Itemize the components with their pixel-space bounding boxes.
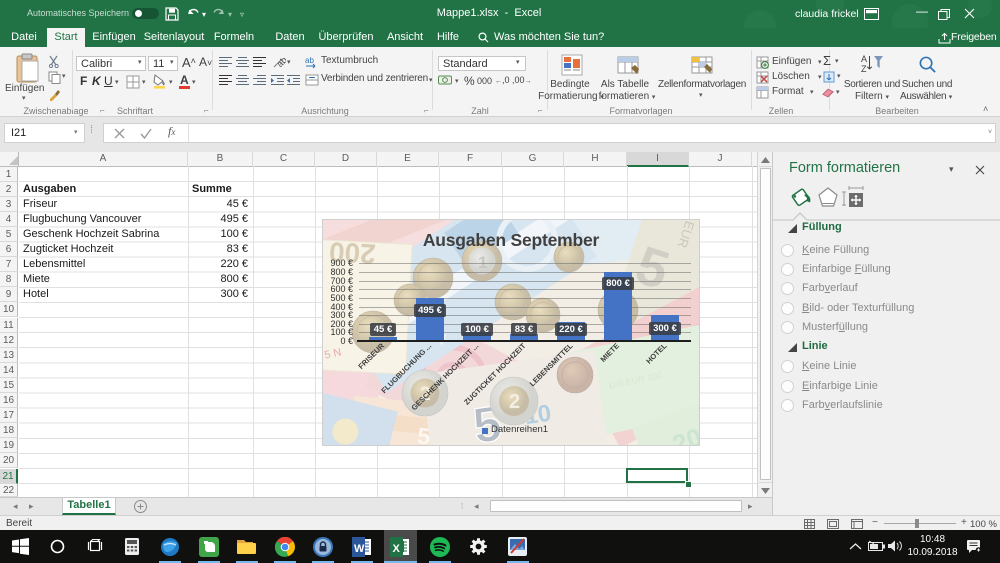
svg-text:Z: Z <box>861 64 867 73</box>
svg-text:ab: ab <box>275 55 286 69</box>
svg-text:W: W <box>354 543 365 555</box>
svg-text:A: A <box>861 54 867 64</box>
svg-text:ab: ab <box>305 56 314 65</box>
svg-text:X: X <box>393 543 401 555</box>
